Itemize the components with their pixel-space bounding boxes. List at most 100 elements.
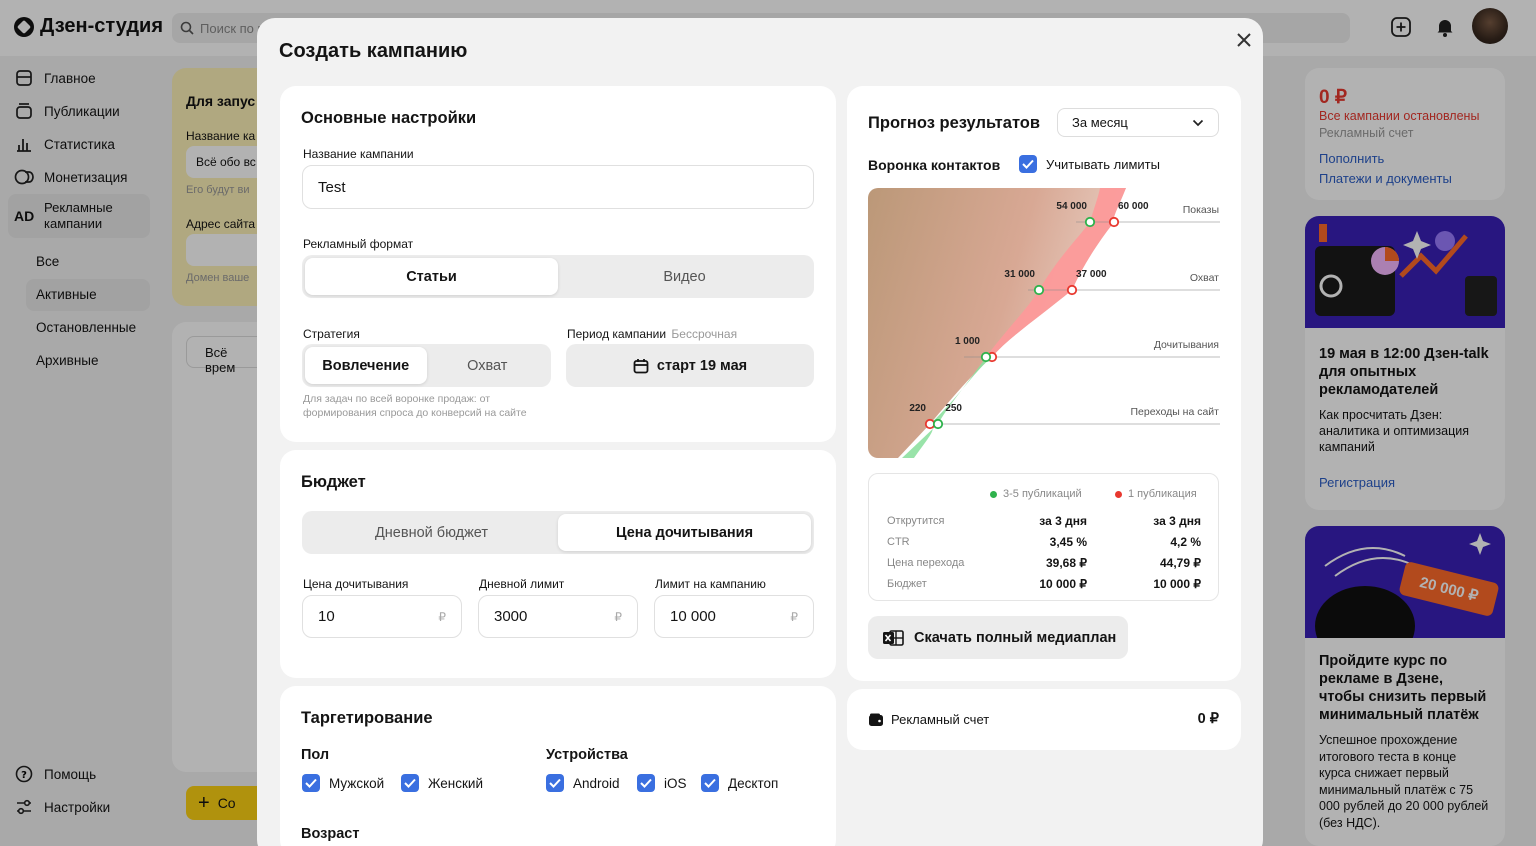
stats-value-a: 39,68 ₽ [1046,555,1087,570]
stats-value-b: 4,2 % [1170,534,1201,549]
funnel-label: Воронка контактов [868,157,1001,173]
age-label: Возраст [301,826,360,842]
funnel-stage-label: Охват [1190,272,1219,284]
ad-account-label-text: Рекламный счет [891,712,990,727]
download-mediaplan-button[interactable]: Скачать полный медиаплан [868,616,1128,659]
forecast-period-select[interactable]: За месяц [1057,108,1219,137]
stats-value-b: 44,79 ₽ [1160,555,1201,570]
stats-row-label: Цена перехода [887,556,965,569]
devices-label: Устройства [546,747,628,763]
close-icon[interactable] [1232,28,1256,52]
excel-icon [883,629,904,646]
funnel-value-label-green: 250 [945,403,962,414]
checkbox-label: iOS [664,775,687,791]
ad-account-label: Рекламный счет [868,712,989,727]
funnel-value-label-green: 1 000 [955,336,980,347]
basic-settings-title: Основные настройки [301,109,477,127]
funnel-value-label-red: 37 000 [1076,269,1107,280]
read-price-input[interactable]: 10 ₽ [302,595,462,638]
funnel-point-green [932,418,944,430]
device-desktop-checkbox[interactable]: Десктоп [701,774,778,792]
checkbox-checked-icon [546,774,564,792]
funnel-stage-label: Показы [1183,204,1219,216]
period-start-button[interactable]: старт 19 мая [566,344,814,387]
budget-option-daily[interactable]: Дневной бюджет [305,514,558,551]
device-android-checkbox[interactable]: Android [546,774,620,792]
budget-type-switch: Дневной бюджет Цена дочитывания [302,511,814,554]
strategy-option-reach[interactable]: Охват [427,347,549,384]
stats-row: Цена перехода 39,68 ₽ 44,79 ₽ [887,552,1201,573]
checkbox-label: Учитывать лимиты [1046,156,1160,172]
budget-title: Бюджет [301,473,366,491]
forecast-stats-table: Открутится за 3 дня за 3 дня CTR 3,45 % … [887,510,1201,594]
funnel-stage-label: Дочитывания [1154,339,1219,351]
legend-red: 1 публикация [1115,488,1197,500]
checkbox-checked-icon [701,774,719,792]
stats-row-label: Бюджет [887,577,927,590]
stats-value-b: за 3 дня [1153,513,1201,528]
funnel-point-green [1033,284,1045,296]
checkbox-label: Десктоп [728,775,779,791]
calendar-icon [633,358,649,373]
daily-limit-value: 3000 [494,608,528,625]
stats-row: CTR 3,45 % 4,2 % [887,531,1201,552]
checkbox-label: Android [573,775,620,791]
checkbox-checked-icon [1019,155,1037,173]
campaign-limit-input[interactable]: 10 000 ₽ [654,595,814,638]
modal-title: Создать кампанию [279,40,468,62]
limits-checkbox[interactable]: Учитывать лимиты [1019,155,1160,173]
checkbox-checked-icon [637,774,655,792]
gender-female-checkbox[interactable]: Женский [401,774,483,792]
read-price-unit: ₽ [438,609,446,624]
strategy-label: Стратегия [303,327,360,341]
period-label-text: Период кампании [567,327,667,341]
campaign-name-label: Название кампании [303,147,414,161]
campaign-limit-unit: ₽ [790,609,798,624]
legend-red-dot [1115,490,1122,498]
legend-green: 3-5 публикаций [990,488,1082,500]
campaign-name-input[interactable]: Test [302,165,814,209]
forecast-period-value: За месяц [1072,115,1128,130]
checkbox-checked-icon [302,774,320,792]
funnel-stage-label: Переходы на сайт [1131,406,1220,418]
funnel-point-green [1084,216,1096,228]
checkbox-checked-icon [401,774,419,792]
daily-limit-label: Дневной лимит [479,577,565,591]
funnel-value-label-green: 54 000 [1056,201,1087,212]
read-price-value: 10 [318,608,335,625]
checkbox-label: Мужской [329,775,385,791]
daily-limit-unit: ₽ [614,609,622,624]
stats-value-a: 10 000 ₽ [1039,576,1087,591]
funnel-value-label-red: 220 [909,403,926,414]
funnel-point-green [980,351,992,363]
chevron-down-icon [1192,119,1204,126]
budget-option-read-price[interactable]: Цена дочитывания [558,514,811,551]
gender-male-checkbox[interactable]: Мужской [302,774,384,792]
legend-red-label: 1 публикация [1128,488,1197,500]
read-price-label: Цена дочитывания [303,577,409,591]
targeting-title: Таргетирование [301,709,433,727]
stats-value-a: 3,45 % [1049,534,1087,549]
stats-value-b: 10 000 ₽ [1153,576,1201,591]
stats-row-label: CTR [887,535,910,548]
strategy-switch: Вовлечение Охват [302,344,551,387]
stats-row-label: Открутится [887,514,945,527]
daily-limit-input[interactable]: 3000 ₽ [478,595,638,638]
strategy-option-engagement[interactable]: Вовлечение [305,347,427,384]
funnel-point-red [1066,284,1078,296]
strategy-hint: Для задач по всей воронке продаж: от фор… [303,393,527,419]
stats-row: Бюджет 10 000 ₽ 10 000 ₽ [887,573,1201,594]
ad-format-switch: Статьи Видео [302,255,814,298]
download-mediaplan-label: Скачать полный медиаплан [914,629,1117,646]
format-option-articles[interactable]: Статьи [305,258,558,295]
campaign-name-value: Test [318,178,346,196]
legend-green-dot [990,490,997,498]
funnel-value-label-green: 31 000 [1004,269,1035,280]
funnel-point-red [1108,216,1120,228]
ad-account-value: 0 ₽ [1197,711,1219,727]
stats-row: Открутится за 3 дня за 3 дня [887,510,1201,531]
stats-value-a: за 3 дня [1039,513,1087,528]
forecast-title: Прогноз результатов [868,114,1041,132]
device-ios-checkbox[interactable]: iOS [637,774,687,792]
format-option-video[interactable]: Видео [558,258,811,295]
